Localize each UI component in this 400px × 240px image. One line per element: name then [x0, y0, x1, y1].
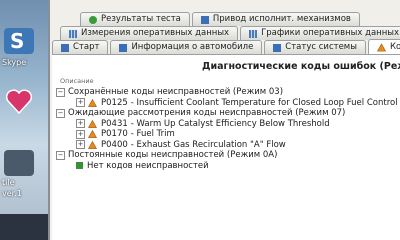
tab-label: Информация о автомобиле: [131, 42, 254, 52]
ok-square-icon: [76, 162, 83, 170]
warning-icon: [88, 119, 97, 128]
dtc-description: - Exhaust Gas Recirculation "A" Flow: [130, 139, 286, 150]
collapse-icon[interactable]: −: [56, 108, 65, 118]
expand-icon[interactable]: +: [76, 98, 85, 108]
grid-icon: [69, 29, 77, 38]
warning-icon: [376, 42, 386, 51]
green-dot-icon: [89, 15, 97, 24]
tab-label: Коды ош: [389, 41, 400, 52]
desktop-label-skype: Skype: [2, 58, 27, 67]
blue-square-icon: [200, 15, 209, 24]
dtc-code: P0125: [101, 97, 128, 108]
tree-section-saved[interactable]: − Сохранённые коды неисправностей (Режим…: [56, 87, 400, 98]
dtc-description: - Insufficient Coolant Temperature for C…: [130, 97, 398, 108]
expand-icon[interactable]: +: [76, 129, 85, 139]
tree-item-p0400[interactable]: + P0400 - Exhaust Gas Recirculation "A" …: [56, 140, 400, 151]
blue-square-icon: [273, 43, 282, 52]
tree-section-pending[interactable]: − Ожидающие рассмотрения коды неисправно…: [56, 108, 400, 119]
tab-row-3: Старт Информация о автомобиле Статус сис…: [52, 39, 400, 54]
tab-label: Статус системы: [285, 42, 357, 52]
tree-item-p0431[interactable]: + P0431 - Warm Up Catalyst Efficiency Be…: [56, 119, 400, 130]
warning-icon: [88, 98, 97, 107]
tab-live-graphs[interactable]: Графики оперативных данных: [240, 26, 400, 40]
blue-square-icon: [61, 43, 69, 52]
collapse-icon[interactable]: −: [56, 150, 65, 160]
page-title: Диагностические коды ошибок (Режим 03): [202, 61, 400, 72]
expand-icon[interactable]: +: [76, 140, 85, 150]
heart-app-icon[interactable]: [4, 86, 34, 115]
dtc-description: - Warm Up Catalyst Efficiency Below Thre…: [130, 118, 330, 129]
section-label: Постоянные коды неисправностей (Режим 0A…: [68, 150, 278, 160]
diagnostic-app-window: Результаты теста Привод исполнит. механи…: [48, 0, 400, 240]
tree-section-permanent[interactable]: − Постоянные коды неисправностей (Режим …: [56, 150, 400, 161]
tab-vehicle-info[interactable]: Информация о автомобиле: [110, 40, 263, 54]
dtc-code: P0170: [101, 129, 128, 139]
tree-item-p0125[interactable]: + P0125 - Insufficient Coolant Temperatu…: [56, 98, 400, 109]
tab-label: Результаты теста: [101, 14, 181, 24]
tree-item-no-codes[interactable]: Нет кодов неисправностей: [56, 161, 400, 172]
description-label: Описание: [60, 77, 94, 85]
section-label: Сохранённые коды неисправностей (Режим 0…: [68, 87, 284, 97]
tab-start[interactable]: Старт: [52, 40, 109, 54]
grid-icon: [249, 29, 258, 38]
taskbar-fragment: [0, 214, 50, 240]
tab-label: Привод исполнит. механизмов: [212, 14, 351, 24]
section-label: Ожидающие рассмотрения коды неисправност…: [68, 108, 346, 118]
tab-test-results[interactable]: Результаты теста: [80, 12, 190, 26]
expand-icon[interactable]: +: [76, 119, 85, 129]
screen: S Skype tile ver.1 Результаты теста Прив…: [0, 0, 400, 240]
collapse-icon[interactable]: −: [56, 87, 65, 97]
skype-icon[interactable]: S: [4, 28, 34, 54]
no-codes-text: Нет кодов неисправностей: [87, 160, 209, 171]
tab-system-status[interactable]: Статус системы: [264, 40, 366, 54]
tree-item-p0170[interactable]: + P0170 - Fuel Trim: [56, 129, 400, 140]
desktop-strip: S Skype tile ver.1: [0, 0, 50, 240]
error-codes-panel: Диагностические коды ошибок (Режим 03) О…: [52, 54, 400, 240]
warning-icon: [88, 140, 97, 149]
tab-row-2: Измерения оперативных данных Графики опе…: [60, 26, 400, 40]
desktop-label-ver: ver.1: [2, 189, 22, 198]
desktop-label-tile: tile: [2, 178, 15, 187]
tab-error-codes[interactable]: Коды ош: [367, 39, 400, 54]
tab-actuators[interactable]: Привод исполнит. механизмов: [191, 12, 360, 26]
blue-square-icon: [119, 43, 128, 52]
dtc-description: - Fuel Trim: [130, 129, 175, 139]
tab-row-1: Результаты теста Привод исполнит. механи…: [80, 12, 362, 26]
tab-live-measurements[interactable]: Измерения оперативных данных: [60, 26, 239, 40]
warning-icon: [88, 130, 97, 139]
dtc-tree: − Сохранённые коды неисправностей (Режим…: [56, 87, 400, 171]
app-shortcut-icon[interactable]: [4, 150, 34, 176]
dtc-code: P0431: [101, 118, 128, 129]
tab-label: Старт: [73, 42, 100, 52]
tab-label: Измерения оперативных данных: [81, 28, 230, 38]
dtc-code: P0400: [101, 139, 128, 150]
